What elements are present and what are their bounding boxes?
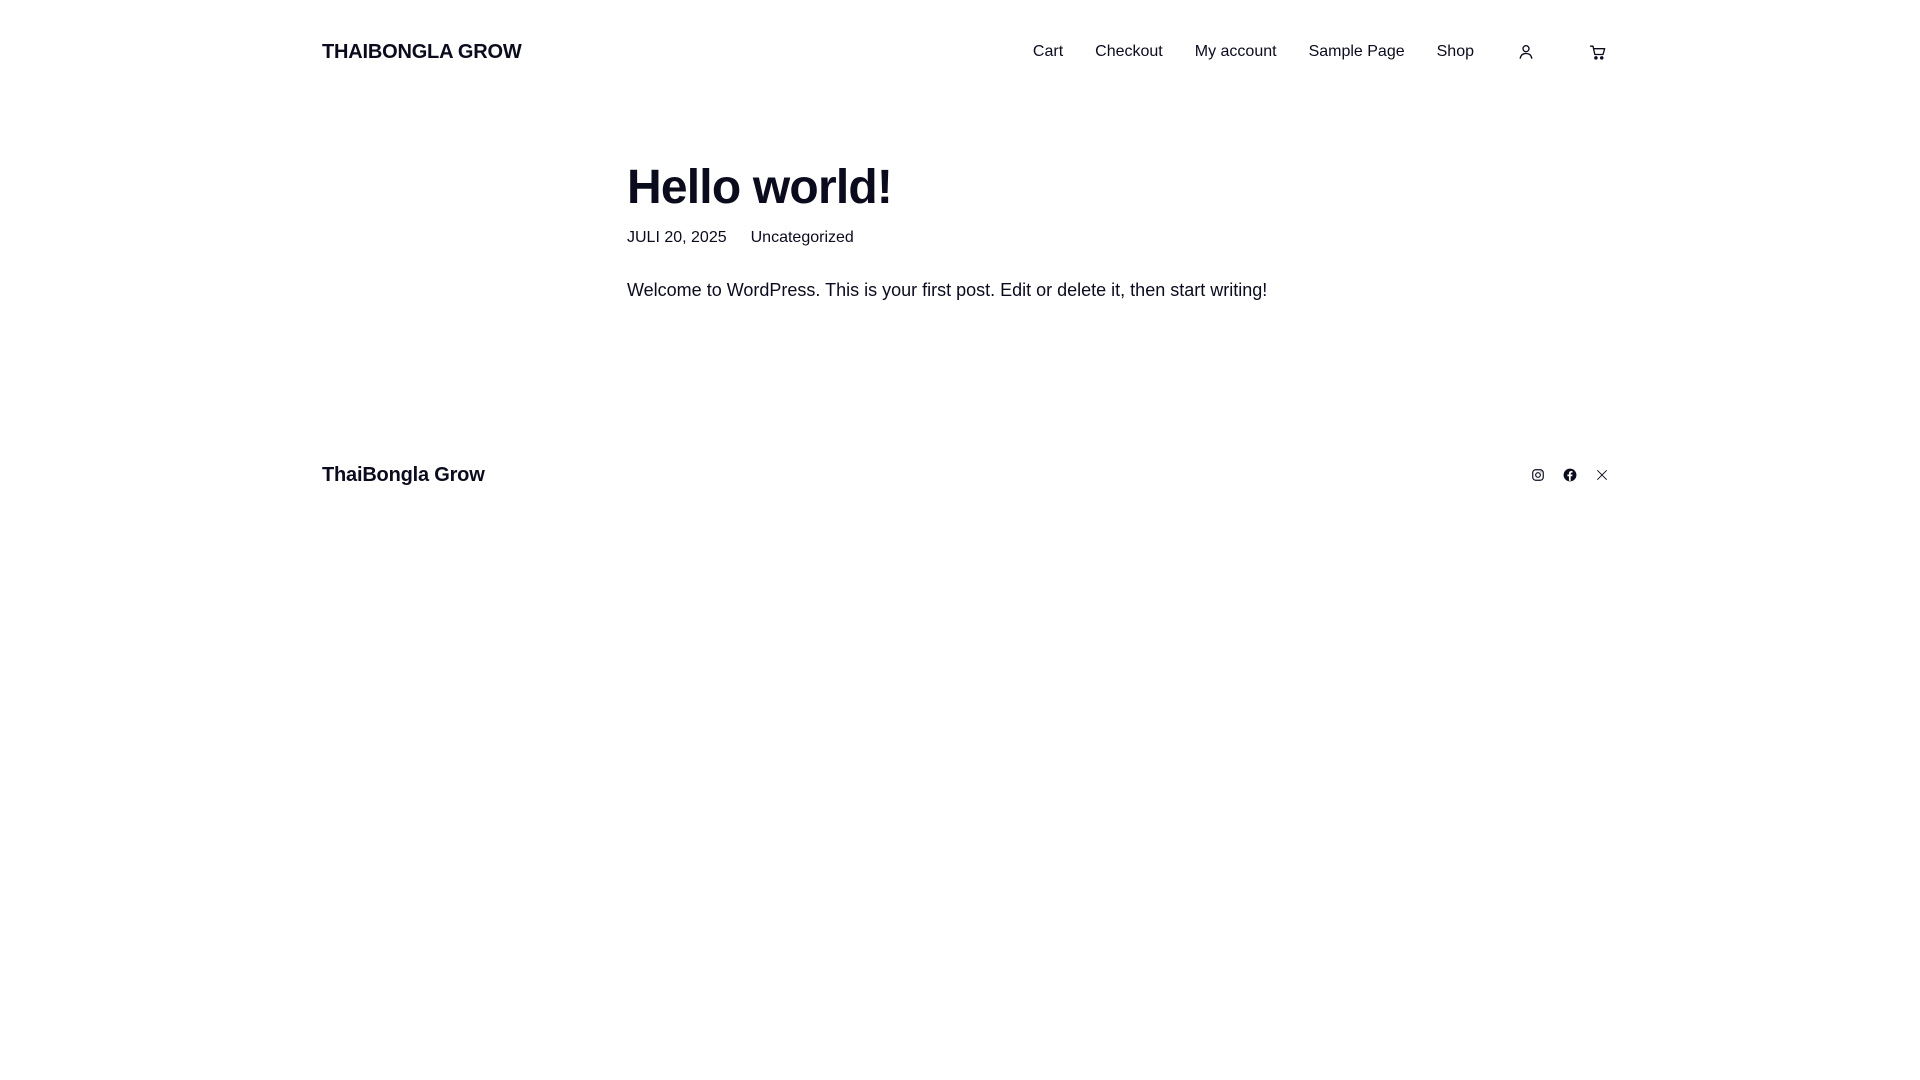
mini-cart-button[interactable] bbox=[1586, 40, 1610, 64]
nav-link-sample-page[interactable]: Sample Page bbox=[1309, 43, 1405, 61]
page: THAIBONGLA GROW Cart Checkout My account… bbox=[0, 0, 1920, 1080]
post-content: Welcome to WordPress. This is your first… bbox=[627, 280, 1268, 301]
post-date: JULI 20, 2025 bbox=[627, 229, 727, 247]
post-title: Hello world! bbox=[627, 161, 893, 214]
cart-icon bbox=[1589, 45, 1606, 60]
facebook-icon bbox=[1563, 468, 1577, 482]
account-button[interactable] bbox=[1514, 40, 1538, 64]
instagram-icon bbox=[1532, 469, 1544, 481]
post-meta: JULI 20, 2025 Uncategorized bbox=[627, 229, 1327, 247]
instagram-link[interactable] bbox=[1530, 467, 1546, 483]
x-link[interactable] bbox=[1594, 467, 1610, 483]
header-right: Cart Checkout My account Sample Page Sho… bbox=[1033, 40, 1610, 64]
nav-link-checkout[interactable]: Checkout bbox=[1095, 43, 1163, 61]
facebook-link[interactable] bbox=[1562, 467, 1578, 483]
site-title-link[interactable]: THAIBONGLA GROW bbox=[322, 41, 522, 64]
social-links bbox=[1530, 467, 1610, 483]
post: Hello world! JULI 20, 2025 Uncategorized… bbox=[627, 160, 1327, 322]
x-icon bbox=[1597, 470, 1607, 480]
header-icons bbox=[1514, 40, 1610, 64]
post-category-link[interactable]: Uncategorized bbox=[751, 229, 854, 247]
main-navigation: Cart Checkout My account Sample Page Sho… bbox=[1033, 43, 1474, 61]
footer-site-title-link[interactable]: ThaiBongla Grow bbox=[322, 464, 485, 487]
user-icon bbox=[1519, 45, 1533, 59]
nav-link-shop[interactable]: Shop bbox=[1437, 43, 1474, 61]
site-footer: ThaiBongla Grow bbox=[322, 458, 1610, 492]
nav-link-cart[interactable]: Cart bbox=[1033, 43, 1063, 61]
site-header: THAIBONGLA GROW Cart Checkout My account… bbox=[322, 0, 1610, 104]
nav-link-my-account[interactable]: My account bbox=[1195, 43, 1277, 61]
